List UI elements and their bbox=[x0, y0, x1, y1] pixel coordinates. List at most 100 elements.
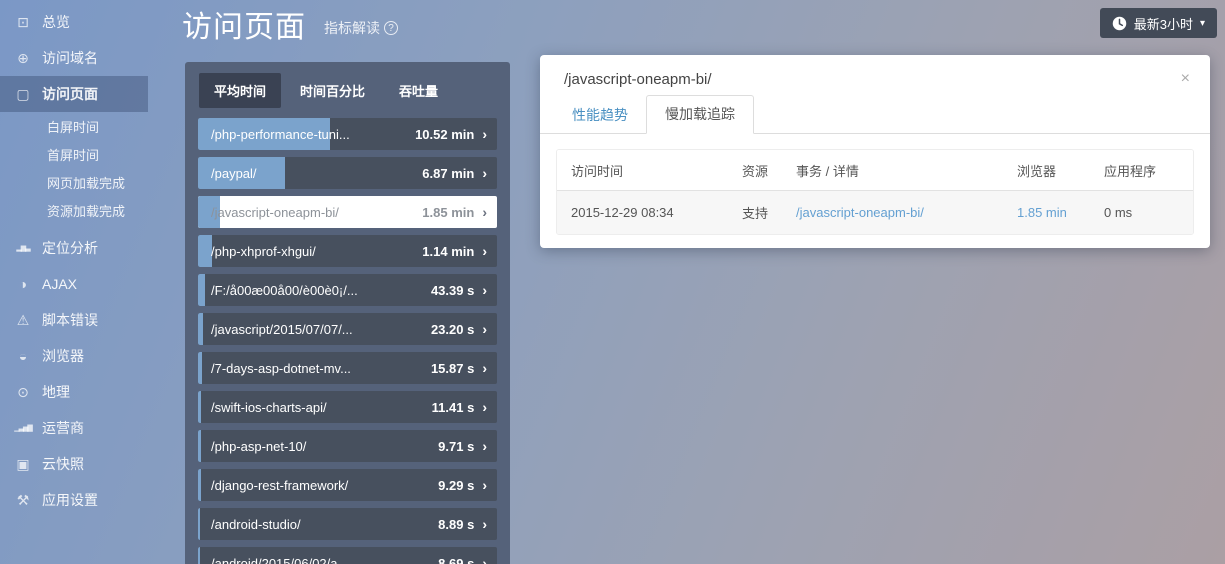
col-header-browser: 浏览器 bbox=[1017, 163, 1057, 179]
page-item-value: 23.20 s bbox=[430, 321, 475, 337]
sidebar-item-label: 应用设置 bbox=[42, 492, 98, 508]
page-list-item[interactable]: /javascript-oneapm-bi/ 1.85 min › bbox=[198, 196, 497, 228]
page-list-item[interactable]: /paypal/ 6.87 min › bbox=[198, 157, 497, 189]
chevron-right-icon: › bbox=[482, 516, 487, 532]
sidebar-item-label: 访问页面 bbox=[42, 86, 98, 102]
metric-help-link[interactable]: 指标解读 ? bbox=[324, 18, 398, 38]
page-item-path: /F:/å00æ00å00/è00è0¡/... bbox=[211, 282, 358, 298]
sidebar-item-cloud-snapshot[interactable]: ▣ 云快照 bbox=[0, 446, 148, 482]
page-item-path: /javascript/2015/07/07/... bbox=[211, 321, 353, 337]
sidebar-item-label: 总览 bbox=[42, 14, 70, 30]
page-header: 访问页面 指标解读 ? bbox=[182, 2, 398, 46]
sidebar-item-geography[interactable]: ⊙ 地理 bbox=[0, 374, 148, 410]
tab-time-percentage[interactable]: 时间百分比 bbox=[285, 73, 380, 108]
detail-tabs: 性能趋势 慢加载追踪 bbox=[540, 95, 1210, 134]
page-list-item[interactable]: /php-xhprof-xhgui/ 1.14 min › bbox=[198, 235, 497, 267]
page-list-item[interactable]: /android-studio/ 8.89 s › bbox=[198, 508, 497, 540]
sidebar-item-label: 运营商 bbox=[42, 420, 84, 436]
page-item-path: /php-performance-tuni... bbox=[211, 126, 350, 142]
location-pin-icon: ⊙ bbox=[17, 383, 29, 400]
page-list-item[interactable]: /7-days-asp-dotnet-mv... 15.87 s › bbox=[198, 352, 497, 384]
chevron-right-icon: › bbox=[482, 282, 487, 298]
sidebar-subitem-page-load-complete[interactable]: 网页加载完成 bbox=[0, 168, 148, 196]
close-icon[interactable]: × bbox=[1177, 69, 1194, 89]
sidebar-subitem-label: 网页加载完成 bbox=[47, 175, 126, 191]
col-header-transaction: 事务 / 详情 bbox=[796, 163, 859, 179]
sidebar-item-label: 地理 bbox=[42, 384, 70, 400]
page-list-tabs: 平均时间 时间百分比 吞吐量 bbox=[185, 62, 510, 118]
cell-application: 0 ms bbox=[1104, 205, 1133, 220]
chevron-right-icon: › bbox=[482, 438, 487, 454]
page-item-value: 8.89 s bbox=[438, 516, 475, 532]
chevron-right-icon: › bbox=[482, 204, 487, 220]
cell-transaction-link[interactable]: /javascript-oneapm-bi/ bbox=[796, 205, 1017, 220]
sidebar-item-label: 脚本错误 bbox=[42, 312, 98, 328]
sidebar-subitem-first-screen-time[interactable]: 首屏时间 bbox=[0, 140, 148, 168]
tools-icon: ⚒ bbox=[16, 491, 30, 508]
page-item-value: 10.52 min bbox=[415, 126, 475, 142]
time-range-button[interactable]: 最新3小时 ▾ bbox=[1099, 8, 1217, 38]
page-title: 访问页面 bbox=[182, 11, 306, 44]
sidebar-item-browsers[interactable]: ◒ 浏览器 bbox=[0, 338, 148, 374]
cell-visit-time: 2015-12-29 08:34 bbox=[571, 205, 674, 220]
page-item-path: /paypal/ bbox=[211, 165, 257, 181]
page-item-value: 9.71 s bbox=[438, 438, 475, 454]
half-circle-icon: ◑ bbox=[18, 276, 28, 292]
page-item-value: 43.39 s bbox=[430, 282, 475, 298]
chevron-right-icon: › bbox=[482, 243, 487, 259]
page-list-item[interactable]: /swift-ios-charts-api/ 11.41 s › bbox=[198, 391, 497, 423]
sidebar-item-label: 访问域名 bbox=[42, 50, 98, 66]
sidebar-item-pages[interactable]: ▢ 访问页面 bbox=[0, 76, 148, 112]
sidebar-subitem-white-screen-time[interactable]: 白屏时间 bbox=[0, 112, 148, 140]
cell-resource: 支持 bbox=[742, 206, 769, 221]
page-list-item[interactable]: /javascript/2015/07/07/... 23.20 s › bbox=[198, 313, 497, 345]
page-item-value: 1.85 min bbox=[422, 204, 475, 220]
page-item-path: /php-xhprof-xhgui/ bbox=[211, 243, 316, 259]
tab-throughput[interactable]: 吞吐量 bbox=[384, 73, 453, 108]
slow-load-table: 访问时间 资源 事务 / 详情 浏览器 应用程序 2015-12-29 08:3… bbox=[556, 149, 1194, 235]
page-item-value: 11.41 s bbox=[431, 399, 475, 415]
sidebar-item-app-settings[interactable]: ⚒ 应用设置 bbox=[0, 482, 148, 518]
page-list-item[interactable]: /php-asp-net-10/ 9.71 s › bbox=[198, 430, 497, 462]
sidebar-item-overview[interactable]: ⊡ 总览 bbox=[0, 4, 148, 40]
page-item-path: /android-studio/ bbox=[211, 516, 301, 532]
detail-card: /javascript-oneapm-bi/ × 性能趋势 慢加载追踪 访问时间… bbox=[540, 55, 1210, 248]
sidebar-item-label: AJAX bbox=[42, 276, 78, 292]
chevron-right-icon: › bbox=[482, 360, 487, 376]
sidebar-item-ajax[interactable]: ◑ AJAX bbox=[0, 266, 148, 302]
sidebar: ⊡ 总览 ⊕ 访问域名 ▢ 访问页面 白屏时间 首屏时间 网页加载完成 资源加载… bbox=[0, 0, 148, 564]
chevron-right-icon: › bbox=[482, 555, 487, 564]
page-list-item[interactable]: /django-rest-framework/ 9.29 s › bbox=[198, 469, 497, 501]
page-list-item[interactable]: /php-performance-tuni... 10.52 min › bbox=[198, 118, 497, 150]
page-item-value: 15.87 s bbox=[430, 360, 475, 376]
chevron-down-icon: ▾ bbox=[1199, 17, 1205, 29]
sidebar-subitem-label: 资源加载完成 bbox=[47, 203, 126, 219]
sidebar-subitem-label: 白屏时间 bbox=[47, 119, 100, 135]
sidebar-item-position-analysis[interactable]: ▂▆▃ 定位分析 bbox=[0, 230, 148, 266]
sidebar-item-label: 浏览器 bbox=[42, 348, 84, 364]
cell-browser-link[interactable]: 1.85 min bbox=[1017, 205, 1104, 220]
tab-average-time[interactable]: 平均时间 bbox=[199, 73, 282, 108]
sidebar-item-carriers[interactable]: ▁▃▅▇ 运营商 bbox=[0, 410, 148, 446]
sidebar-item-script-errors[interactable]: ⚠ 脚本错误 bbox=[0, 302, 148, 338]
tab-performance-trend[interactable]: 性能趋势 bbox=[554, 97, 646, 134]
page-item-path: /php-asp-net-10/ bbox=[211, 438, 307, 454]
page-list-item[interactable]: /android/2015/06/02/a... 8.69 s › bbox=[198, 547, 497, 564]
clock-icon bbox=[1112, 16, 1127, 31]
page-list-item[interactable]: /F:/å00æ00å00/è00è0¡/... 43.39 s › bbox=[198, 274, 497, 306]
sidebar-item-label: 定位分析 bbox=[42, 240, 98, 256]
globe-icon: ⊕ bbox=[17, 49, 29, 66]
chevron-right-icon: › bbox=[482, 321, 487, 337]
page-item-path: /django-rest-framework/ bbox=[211, 477, 349, 493]
sidebar-item-domains[interactable]: ⊕ 访问域名 bbox=[0, 40, 148, 76]
tab-slow-load-trace[interactable]: 慢加载追踪 bbox=[646, 95, 754, 134]
sidebar-subitem-label: 首屏时间 bbox=[47, 147, 100, 163]
detail-title: /javascript-oneapm-bi/ bbox=[564, 70, 712, 88]
col-header-resource: 资源 bbox=[742, 163, 769, 179]
chevron-right-icon: › bbox=[482, 477, 487, 493]
page-item-value: 6.87 min bbox=[422, 165, 475, 181]
chevron-right-icon: › bbox=[482, 165, 487, 181]
sidebar-subitem-resource-load-complete[interactable]: 资源加载完成 bbox=[0, 196, 148, 224]
metric-help-label: 指标解读 bbox=[324, 20, 380, 36]
monitor-icon: ⊡ bbox=[17, 13, 29, 30]
